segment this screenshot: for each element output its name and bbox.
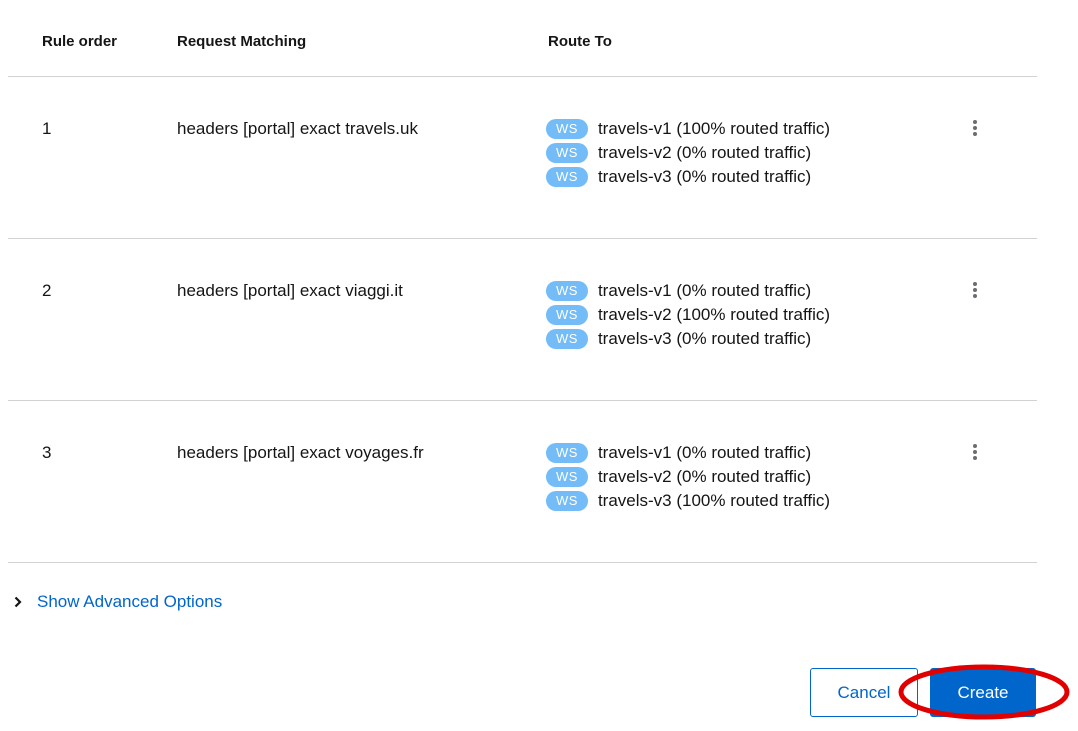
routing-rules-table: Rule order Request Matching Route To 1 h…	[8, 0, 1037, 563]
route-label: travels-v3 (100% routed traffic)	[597, 491, 831, 510]
cancel-button[interactable]: Cancel	[810, 668, 918, 717]
workload-badge: WS	[546, 443, 588, 463]
table-header: Rule order Request Matching Route To	[8, 0, 1037, 77]
route-label: travels-v2 (0% routed traffic)	[597, 467, 812, 486]
workload-badge: WS	[546, 491, 588, 511]
workload-badge: WS	[546, 329, 588, 349]
workload-badge: WS	[546, 167, 588, 187]
route-label: travels-v3 (0% routed traffic)	[597, 329, 812, 348]
column-header-route-to: Route To	[548, 33, 612, 50]
table-row: 1 headers [portal] exact travels.uk WS t…	[8, 77, 1037, 239]
workload-badge: WS	[546, 467, 588, 487]
column-header-request-matching: Request Matching	[177, 33, 307, 50]
route-item: WS travels-v2 (100% routed traffic)	[546, 303, 830, 327]
workload-badge: WS	[546, 305, 588, 325]
request-matching-cell: headers [portal] exact voyages.fr	[177, 443, 424, 462]
rule-order-cell: 1	[42, 119, 52, 138]
route-label: travels-v3 (0% routed traffic)	[597, 167, 812, 186]
create-button[interactable]: Create	[930, 668, 1036, 717]
route-to-cell: WS travels-v1 (0% routed traffic) WS tra…	[546, 279, 830, 351]
show-advanced-options-link[interactable]: Show Advanced Options	[37, 592, 222, 612]
request-matching-cell: headers [portal] exact travels.uk	[177, 119, 418, 138]
route-item: WS travels-v3 (0% routed traffic)	[546, 327, 830, 351]
chevron-right-icon	[14, 596, 22, 608]
show-advanced-options-toggle[interactable]: Show Advanced Options	[14, 592, 222, 612]
route-item: WS travels-v3 (100% routed traffic)	[546, 489, 830, 513]
route-label: travels-v2 (0% routed traffic)	[597, 143, 812, 162]
route-to-cell: WS travels-v1 (100% routed traffic) WS t…	[546, 117, 830, 189]
table-row: 2 headers [portal] exact viaggi.it WS tr…	[8, 239, 1037, 401]
route-item: WS travels-v3 (0% routed traffic)	[546, 165, 830, 189]
workload-badge: WS	[546, 119, 588, 139]
route-item: WS travels-v1 (0% routed traffic)	[546, 441, 830, 465]
request-matching-cell: headers [portal] exact viaggi.it	[177, 281, 403, 300]
kebab-menu-icon[interactable]	[965, 115, 985, 141]
table-row: 3 headers [portal] exact voyages.fr WS t…	[8, 401, 1037, 563]
route-item: WS travels-v1 (0% routed traffic)	[546, 279, 830, 303]
kebab-menu-icon[interactable]	[965, 439, 985, 465]
route-label: travels-v2 (100% routed traffic)	[597, 305, 831, 324]
workload-badge: WS	[546, 281, 588, 301]
route-item: WS travels-v1 (100% routed traffic)	[546, 117, 830, 141]
workload-badge: WS	[546, 143, 588, 163]
route-item: WS travels-v2 (0% routed traffic)	[546, 141, 830, 165]
route-to-cell: WS travels-v1 (0% routed traffic) WS tra…	[546, 441, 830, 513]
rule-order-cell: 2	[42, 281, 52, 300]
route-item: WS travels-v2 (0% routed traffic)	[546, 465, 830, 489]
route-label: travels-v1 (100% routed traffic)	[597, 119, 831, 138]
column-header-rule-order: Rule order	[42, 33, 118, 50]
rule-order-cell: 3	[42, 443, 52, 462]
route-label: travels-v1 (0% routed traffic)	[597, 443, 812, 462]
kebab-menu-icon[interactable]	[965, 277, 985, 303]
route-label: travels-v1 (0% routed traffic)	[597, 281, 812, 300]
